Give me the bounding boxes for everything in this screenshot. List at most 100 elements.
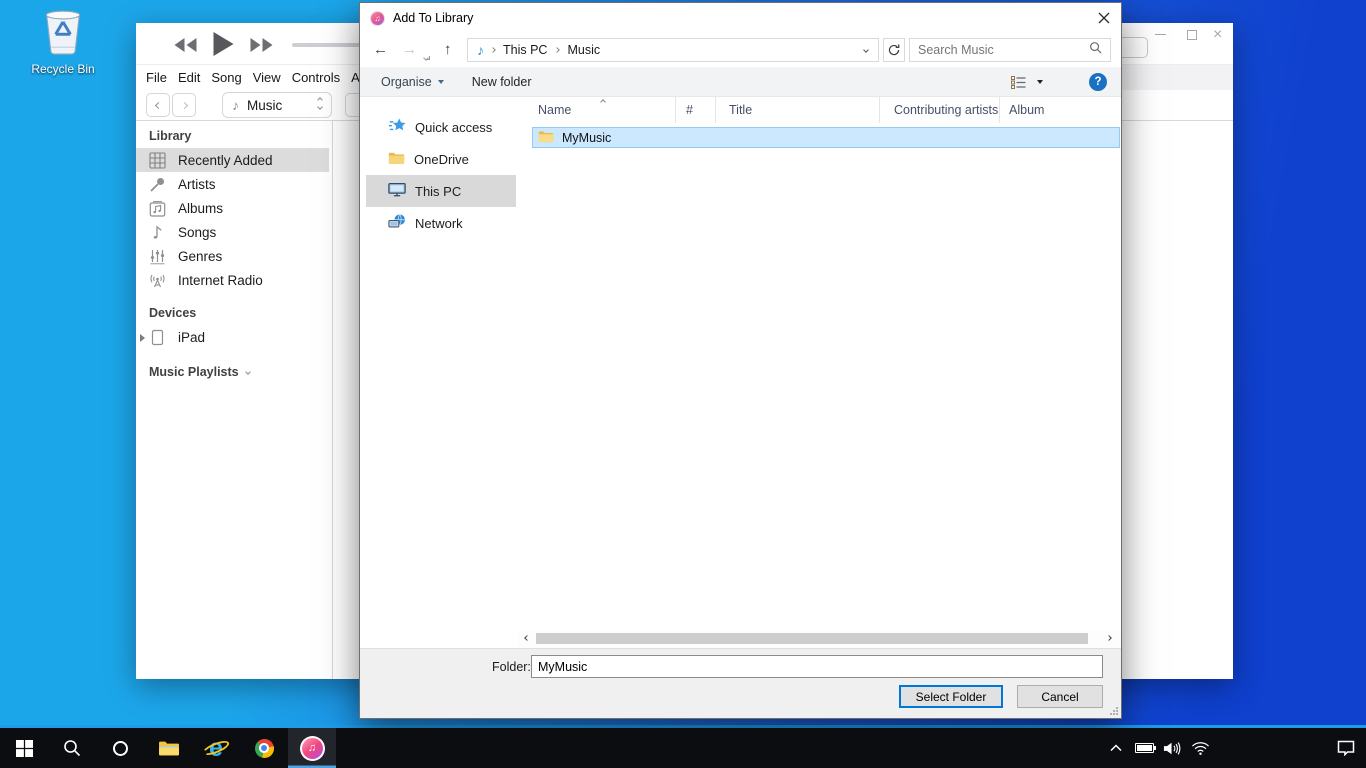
chevron-down-icon bbox=[438, 80, 444, 84]
sidebar-item-ipad[interactable]: iPad bbox=[136, 325, 332, 349]
close-icon[interactable]: × bbox=[1213, 23, 1222, 47]
folder-icon bbox=[538, 130, 554, 146]
wifi-icon[interactable] bbox=[1186, 728, 1214, 768]
dialog-navbar: ← → ↑ ♪ This PC Music bbox=[360, 33, 1121, 67]
scroll-left-icon[interactable] bbox=[524, 635, 530, 641]
folder-name-input[interactable] bbox=[531, 655, 1103, 678]
refresh-button[interactable] bbox=[883, 38, 905, 62]
up-button[interactable]: ↑ bbox=[444, 33, 452, 67]
internet-explorer-button[interactable]: e bbox=[192, 728, 240, 768]
search-icon[interactable] bbox=[1089, 41, 1102, 59]
sidebar-item-label: Artists bbox=[178, 177, 216, 192]
menu-controls[interactable]: Controls bbox=[292, 70, 340, 85]
dialog-footer: Folder: Select Folder Cancel bbox=[360, 648, 1121, 718]
menu-edit[interactable]: Edit bbox=[178, 70, 200, 85]
sidebar-item-label: Recently Added bbox=[178, 153, 273, 168]
sidebar-item-quick-access[interactable]: Quick access bbox=[360, 111, 517, 143]
organise-button[interactable]: Organise bbox=[381, 75, 444, 89]
music-note-icon: ♪ bbox=[232, 97, 239, 113]
resize-grip[interactable] bbox=[1110, 707, 1118, 715]
column-header-album[interactable]: Album bbox=[1000, 97, 1121, 123]
media-kind-selector[interactable]: ♪ Music bbox=[222, 92, 332, 118]
crumb-separator-icon bbox=[490, 47, 496, 53]
sidebar-item-genres[interactable]: Genres bbox=[136, 244, 332, 268]
sidebar-item-songs[interactable]: Songs bbox=[136, 220, 332, 244]
sidebar-item-recently-added[interactable]: Recently Added bbox=[136, 148, 329, 172]
crumb-this-pc[interactable]: This PC bbox=[503, 43, 547, 57]
media-kind-label: Music bbox=[247, 98, 282, 113]
rewind-button[interactable] bbox=[174, 37, 197, 58]
radio-tower-icon bbox=[149, 272, 166, 289]
file-explorer-button[interactable] bbox=[144, 728, 192, 768]
column-headers: Name # Title Contributing artists Album bbox=[517, 97, 1121, 123]
menu-song[interactable]: Song bbox=[211, 70, 241, 85]
devices-header: Devices bbox=[149, 306, 332, 320]
library-header: Library bbox=[149, 129, 332, 143]
menu-file[interactable]: File bbox=[146, 70, 167, 85]
sidebar-item-onedrive[interactable]: OneDrive bbox=[360, 143, 517, 175]
itunes-forward-button[interactable] bbox=[172, 93, 196, 117]
itunes-taskbar-button[interactable]: ♫ bbox=[288, 728, 336, 768]
disclosure-triangle-icon[interactable] bbox=[140, 334, 145, 342]
crumb-music[interactable]: Music bbox=[567, 43, 600, 57]
taskbar-search-button[interactable] bbox=[48, 728, 96, 768]
note-icon bbox=[149, 224, 166, 241]
chrome-button[interactable] bbox=[240, 728, 288, 768]
close-icon[interactable] bbox=[1098, 12, 1110, 27]
help-button[interactable]: ? bbox=[1089, 73, 1107, 91]
minimize-icon[interactable] bbox=[1155, 34, 1166, 35]
folder-icon bbox=[388, 151, 405, 168]
fast-forward-button[interactable] bbox=[250, 37, 273, 58]
chevron-down-icon bbox=[245, 369, 251, 375]
search-box[interactable] bbox=[909, 38, 1111, 62]
column-header-number[interactable]: # bbox=[676, 97, 716, 123]
battery-icon[interactable] bbox=[1130, 728, 1158, 768]
recent-locations-chevron-icon[interactable] bbox=[426, 47, 430, 65]
sidebar-item-this-pc[interactable]: This PC bbox=[366, 175, 516, 207]
scrollbar-thumb[interactable] bbox=[536, 633, 1088, 644]
address-dropdown-icon[interactable] bbox=[863, 47, 869, 53]
view-mode-icon[interactable] bbox=[1011, 76, 1027, 92]
view-mode-chevron-icon[interactable] bbox=[1037, 80, 1043, 84]
ipad-icon bbox=[149, 329, 166, 346]
tray-chevron-up-icon[interactable] bbox=[1102, 728, 1130, 768]
cancel-button[interactable]: Cancel bbox=[1017, 685, 1103, 708]
microphone-icon bbox=[149, 176, 166, 193]
add-to-library-dialog: ♫ Add To Library ← → ↑ ♪ This PC Music bbox=[359, 2, 1122, 719]
sidebar-item-artists[interactable]: Artists bbox=[136, 172, 332, 196]
itunes-icon: ♫ bbox=[300, 736, 325, 761]
sidebar-item-network[interactable]: Network bbox=[360, 207, 517, 239]
column-header-name[interactable]: Name bbox=[517, 97, 676, 123]
quick-access-star-icon bbox=[388, 117, 406, 137]
taskbar: e ♫ bbox=[0, 728, 1366, 768]
itunes-app-icon: ♫ bbox=[370, 11, 385, 26]
sidebar-item-albums[interactable]: Albums bbox=[136, 196, 332, 220]
play-button[interactable] bbox=[212, 31, 235, 62]
back-button[interactable]: ← bbox=[373, 33, 388, 67]
file-name: MyMusic bbox=[562, 131, 611, 145]
column-header-title[interactable]: Title bbox=[716, 97, 880, 123]
maximize-icon[interactable] bbox=[1187, 30, 1197, 40]
music-playlists-header[interactable]: Music Playlists bbox=[149, 365, 332, 379]
sidebar-item-label: Albums bbox=[178, 201, 223, 216]
sidebar-item-internet-radio[interactable]: Internet Radio bbox=[136, 268, 332, 292]
file-row-mymusic[interactable]: MyMusic bbox=[532, 127, 1120, 148]
cortana-button[interactable] bbox=[96, 728, 144, 768]
start-button[interactable] bbox=[0, 728, 48, 768]
horizontal-scrollbar[interactable] bbox=[517, 630, 1121, 648]
monitor-icon bbox=[388, 181, 406, 201]
select-folder-button[interactable]: Select Folder bbox=[899, 685, 1003, 708]
menu-view[interactable]: View bbox=[253, 70, 281, 85]
forward-button[interactable]: → bbox=[402, 33, 417, 67]
search-input[interactable] bbox=[918, 43, 1089, 57]
column-header-contributing-artists[interactable]: Contributing artists bbox=[880, 97, 1000, 123]
address-bar[interactable]: ♪ This PC Music bbox=[467, 38, 879, 62]
dialog-title: Add To Library bbox=[393, 11, 473, 25]
recycle-bin-icon bbox=[37, 43, 89, 60]
itunes-back-button[interactable] bbox=[146, 93, 170, 117]
action-center-button[interactable] bbox=[1326, 728, 1366, 768]
volume-icon[interactable] bbox=[1158, 728, 1186, 768]
scroll-right-icon[interactable] bbox=[1106, 635, 1112, 641]
new-folder-button[interactable]: New folder bbox=[472, 75, 532, 89]
recycle-bin-shortcut[interactable]: Recycle Bin bbox=[30, 8, 96, 76]
